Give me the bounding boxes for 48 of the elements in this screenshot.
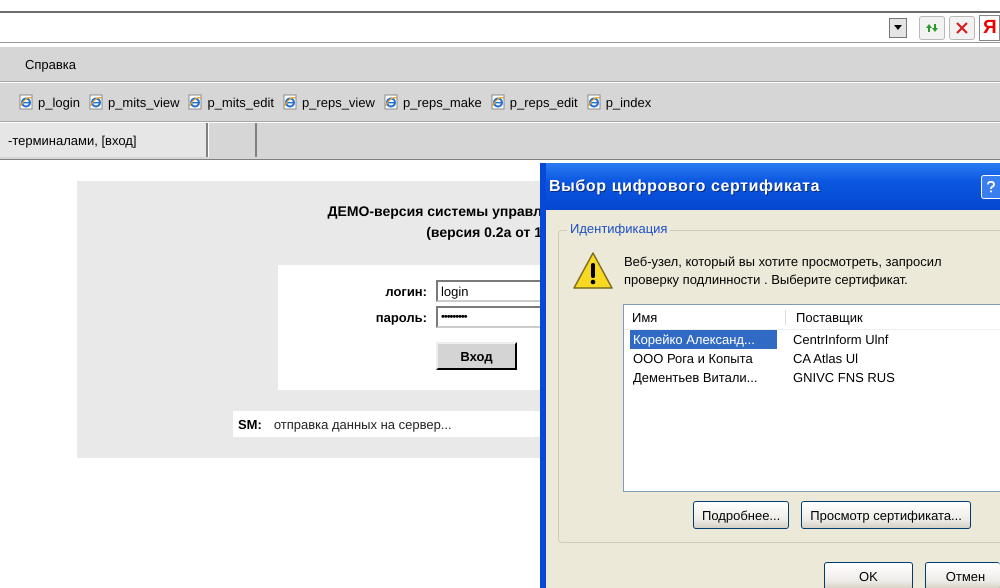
page-icon (88, 94, 104, 110)
favorite-link[interactable]: p_reps_make (382, 94, 482, 110)
issuer-cell-text: CentrInform Ulnf (792, 332, 888, 347)
ok-button[interactable]: OK (824, 562, 913, 588)
favorite-link[interactable]: p_mits_edit (187, 94, 274, 110)
certificate-name[interactable]: Корейко Александ... (630, 330, 777, 349)
column-header[interactable]: Поставщик (786, 310, 863, 324)
favorite-link[interactable]: p_reps_view (282, 94, 375, 110)
issuer-cell-text: CA Atlas Ul (792, 351, 858, 366)
dropdown-button[interactable] (889, 18, 907, 38)
favorite-link[interactable]: p_mits_view (88, 94, 180, 110)
login-button[interactable]: Вход (436, 342, 517, 370)
status-label: SM: (238, 416, 262, 432)
dialog-title: Выбор цифрового сертификата (549, 178, 820, 196)
page-title: ДЕМО-версия системы управл (326, 202, 542, 221)
stop-button[interactable] (949, 16, 975, 40)
field-label: пароль: (374, 310, 428, 324)
logo-letter[interactable]: Я (979, 14, 1000, 40)
favorite-link[interactable]: p_index (586, 94, 652, 110)
help-button[interactable] (981, 174, 1000, 198)
page-icon (586, 94, 602, 110)
page-icon (382, 94, 399, 110)
dialog-message: Веб-узел, который вы хотите просмотреть, запросил проверку подлинности . Выберите сертификат. (624, 253, 943, 289)
dialog-button[interactable]: Просмотр сертификата... (801, 501, 971, 529)
menu-item[interactable]: Справка (25, 56, 76, 72)
refresh-button[interactable] (919, 16, 945, 40)
field-label: логин: (384, 284, 428, 298)
issuer-cell-text: GNIVC FNS RUS (792, 370, 895, 385)
browser-tab[interactable]: -терминалами, [вход] (0, 123, 208, 157)
certificate-name[interactable]: ООО Рога и Копыта (630, 349, 777, 368)
caret-icon (894, 25, 902, 30)
page-icon (187, 94, 204, 110)
favorite-link[interactable]: p_login (18, 94, 80, 110)
cancel-button[interactable]: Отмен (924, 562, 1000, 588)
dialog-button[interactable]: Подробнее... (693, 501, 790, 529)
page-icon (490, 94, 506, 110)
column-header[interactable]: Имя (624, 310, 786, 324)
help-icon (987, 180, 995, 192)
favorite-link[interactable]: p_reps_edit (490, 94, 578, 110)
group-legend: Идентификация (567, 221, 670, 236)
warning-icon (572, 251, 614, 291)
certificate-name[interactable]: Дементьев Витали... (630, 368, 777, 387)
certificate-list[interactable]: Имя Поставщик Корейко Александ... CentrInform Ulnf ООО Рога и Копыта CA Atlas Ul Дементьев Витали... GNIVC FNS RUS (623, 304, 1000, 492)
arrows-icon (925, 22, 939, 34)
close-icon (956, 22, 968, 34)
page-icon (18, 94, 34, 110)
page-icon (282, 94, 298, 110)
status-text: отправка данных на сервер... (274, 416, 452, 432)
